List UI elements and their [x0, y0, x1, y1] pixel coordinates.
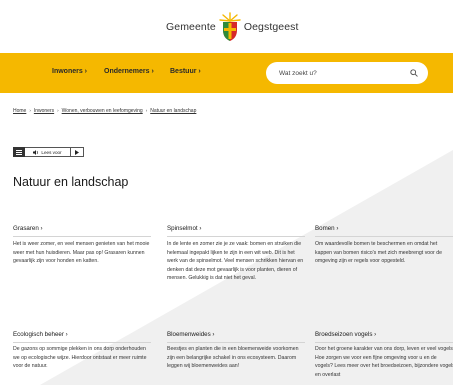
breadcrumb-inwoners[interactable]: Inwoners [34, 108, 54, 114]
municipality-crest-icon [219, 12, 241, 41]
readspeaker-menu-button[interactable] [13, 147, 25, 157]
card-title[interactable]: Spinselmot › [167, 225, 305, 237]
search-box [266, 62, 428, 84]
readspeaker-play-button[interactable] [71, 147, 84, 157]
card-title[interactable]: Bomen › [315, 225, 453, 237]
nav-item-ondernemers[interactable]: Ondernemers › [104, 68, 154, 75]
card-grasaren[interactable]: Grasaren › Het is weer zomer, en veel me… [13, 225, 151, 266]
speaker-icon [33, 149, 39, 155]
site-header: Gemeente Oegstgeest [0, 0, 453, 53]
search-icon[interactable] [410, 69, 418, 77]
card-text: In de lente en zomer zie je ze vaak: bom… [167, 241, 304, 282]
readspeaker-toolbar: Lees voor [13, 147, 84, 157]
breadcrumb-wonen[interactable]: Wonen, verbouwen en leefomgeving [62, 108, 143, 114]
card-bomen[interactable]: Bomen › Om waardevolle bomen te bescherm… [315, 225, 453, 266]
card-spinselmot[interactable]: Spinselmot › In de lente en zomer zie je… [167, 225, 305, 283]
search-input[interactable] [279, 69, 410, 77]
menu-icon [16, 149, 22, 155]
nav-item-bestuur[interactable]: Bestuur › [170, 68, 201, 75]
card-text: Om waardevolle bomen te beschermen en om… [315, 241, 442, 265]
breadcrumb-home[interactable]: Home [13, 108, 26, 114]
logo-text-gemeente: Gemeente [166, 21, 216, 33]
card-text: Het is weer zomer, en veel mensen geniet… [13, 241, 150, 265]
card-title[interactable]: Bloemenweides › [167, 331, 305, 343]
card-text: Door het groene karakter van ons dorp, l… [315, 346, 453, 378]
card-text: De gazons op sommige plekken in ons dorp… [13, 346, 147, 370]
card-title[interactable]: Grasaren › [13, 225, 151, 237]
card-title[interactable]: Ecologisch beheer › [13, 331, 151, 343]
breadcrumb-separator: › [29, 108, 31, 113]
card-ecologisch-beheer[interactable]: Ecologisch beheer › De gazons op sommige… [13, 331, 151, 371]
site-logo[interactable]: Gemeente Oegstgeest [166, 8, 306, 46]
breadcrumb: Home › Inwoners › Wonen, verbouwen en leefom… [13, 108, 196, 114]
page-title: Natuur en landschap [13, 175, 129, 189]
readspeaker-read-label: Lees voor [41, 149, 62, 155]
readspeaker-read-button[interactable]: Lees voor [25, 147, 71, 157]
card-title[interactable]: Broedseizoen vogels › [315, 331, 453, 343]
play-icon [75, 149, 79, 155]
breadcrumb-separator: › [57, 108, 59, 113]
nav-item-inwoners[interactable]: Inwoners › [52, 68, 87, 75]
card-broedseizoen-vogels[interactable]: Broedseizoen vogels › Door het groene ka… [315, 331, 453, 385]
logo-text-oegstgeest: Oegstgeest [243, 21, 299, 33]
breadcrumb-separator: › [145, 108, 148, 113]
card-text: Beestjes en planten die in een bloemenwe… [167, 346, 299, 370]
card-bloemenweides[interactable]: Bloemenweides › Beestjes en planten die … [167, 331, 305, 371]
breadcrumb-current[interactable]: Natuur en landschap [150, 108, 196, 114]
